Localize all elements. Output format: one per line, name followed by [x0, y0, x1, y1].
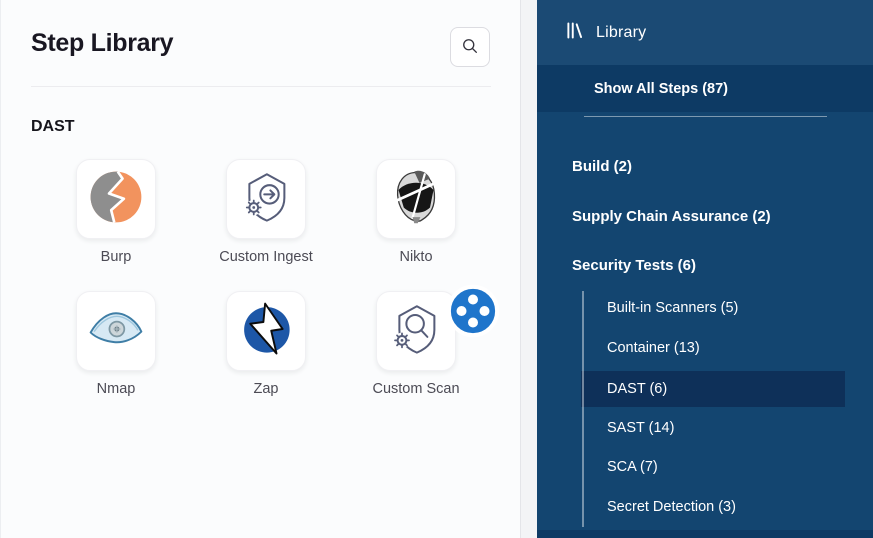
tool-card-nikto[interactable]: Nikto [341, 159, 491, 265]
show-all-steps-link[interactable]: Show All Steps (87) [537, 65, 873, 112]
sidebar-title: Library [596, 24, 646, 42]
nikto-icon [388, 169, 444, 230]
move-badge-icon [445, 283, 464, 302]
custom-ingest-icon [238, 169, 294, 230]
page: Step Library DAST [0, 0, 873, 538]
tool-label: Custom Ingest [219, 249, 313, 265]
sidebar-item-built-in-scanners[interactable]: Built-in Scanners (5) [581, 290, 845, 326]
sidebar-item-dast-selected[interactable]: DAST (6) [581, 371, 845, 407]
nmap-icon [88, 301, 144, 362]
tool-label: Nmap [97, 381, 136, 397]
burp-icon [88, 169, 144, 230]
search-icon [460, 36, 480, 59]
sidebar-item-sast[interactable]: SAST (14) [581, 410, 845, 446]
sidebar-item-sca[interactable]: SCA (7) [581, 449, 845, 485]
custom-scan-icon [388, 301, 444, 362]
tool-card-nmap[interactable]: Nmap [41, 291, 191, 397]
tool-card-burp[interactable]: Burp [41, 159, 191, 265]
tool-label: Burp [101, 249, 132, 265]
subnav-tree-line [582, 291, 584, 527]
show-all-steps-label: Show All Steps (87) [594, 81, 728, 97]
tool-card-zap[interactable]: Zap [191, 291, 341, 397]
tool-grid: Burp [41, 159, 493, 397]
sidebar-item-build[interactable]: Build (2) [572, 151, 632, 182]
zap-icon [238, 301, 294, 362]
tool-card-custom-scan[interactable]: Custom Scan [341, 291, 491, 397]
sidebar-item-container[interactable]: Container (13) [581, 330, 845, 366]
tool-card-custom-ingest[interactable]: Custom Ingest [191, 159, 341, 265]
sidebar-item-supply-chain-assurance[interactable]: Supply Chain Assurance (2) [572, 201, 771, 232]
sidebar-item-secret-detection[interactable]: Secret Detection (3) [581, 489, 845, 525]
tool-label: Zap [254, 381, 279, 397]
page-title: Step Library [31, 29, 173, 58]
section-heading-dast: DAST [31, 118, 75, 136]
tool-label: Nikto [399, 249, 432, 265]
sidebar-bottom-strip [537, 530, 873, 538]
tool-label: Custom Scan [372, 381, 459, 397]
search-button[interactable] [450, 27, 490, 67]
sidebar-divider [584, 116, 827, 117]
library-sidebar: Library Show All Steps (87) Build (2) Su… [537, 0, 873, 538]
header-divider [31, 86, 491, 87]
library-icon [564, 20, 585, 46]
step-library-panel: Step Library DAST [0, 0, 521, 538]
sidebar-header: Library [537, 0, 873, 65]
sidebar-item-security-tests[interactable]: Security Tests (6) [572, 250, 696, 281]
